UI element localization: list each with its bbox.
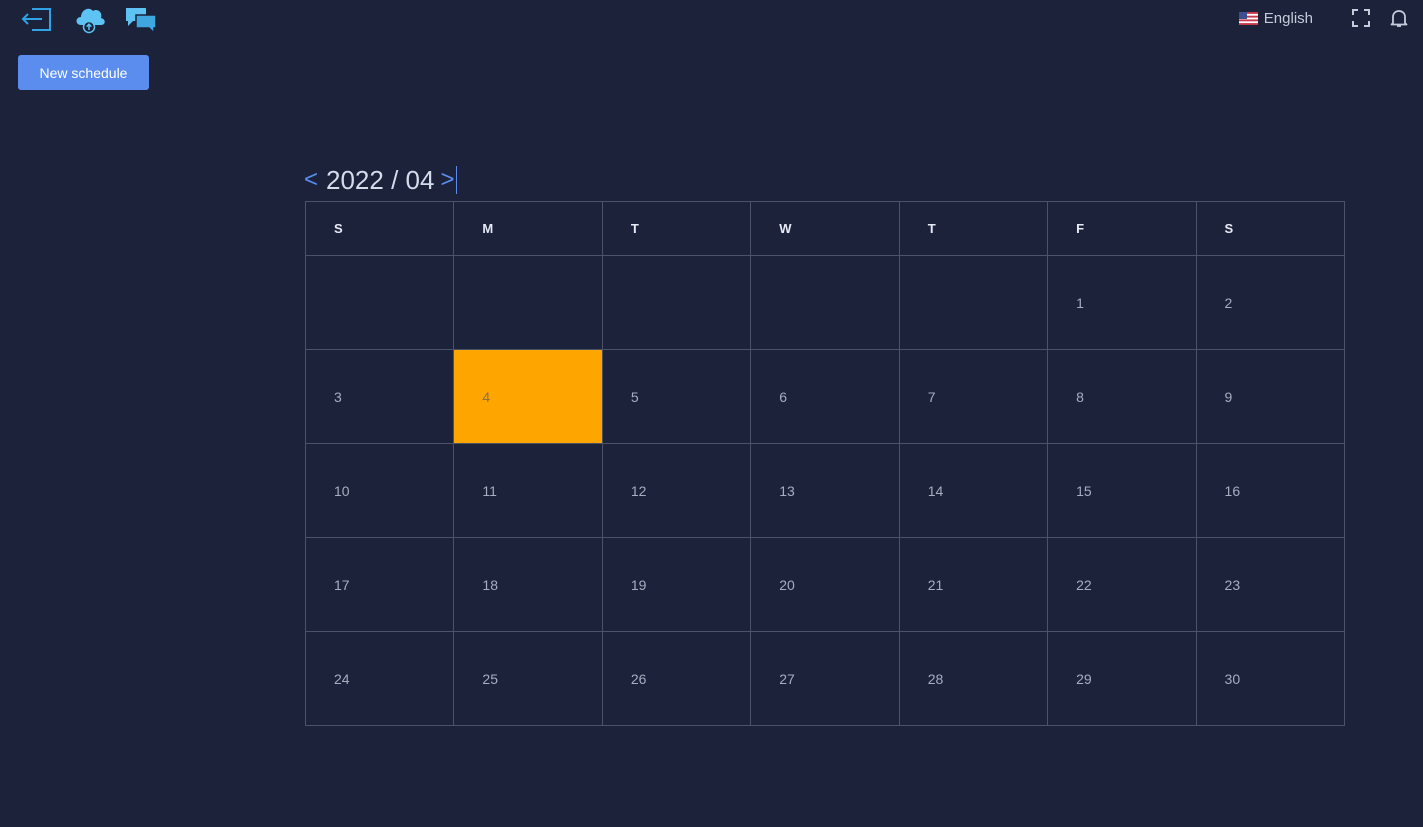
calendar-day[interactable] — [750, 255, 900, 350]
weekday-monday: M — [453, 201, 603, 256]
calendar-day[interactable] — [898, 255, 1049, 350]
calendar-week: 10 11 12 13 14 15 16 — [304, 443, 1346, 538]
calendar-week: 1 2 — [304, 255, 1346, 350]
top-bar: English — [0, 0, 1423, 40]
calendar-day[interactable]: 9 — [1195, 349, 1346, 444]
calendar-day[interactable] — [453, 255, 603, 350]
calendar-day[interactable]: 19 — [601, 537, 752, 632]
us-flag-icon — [1238, 11, 1258, 25]
calendar-day[interactable]: 22 — [1047, 537, 1197, 632]
new-schedule-button[interactable]: New schedule — [18, 55, 149, 90]
calendar-day[interactable] — [601, 255, 752, 350]
weekday-wednesday: W — [750, 201, 900, 256]
logout-icon[interactable] — [20, 4, 54, 34]
calendar-day[interactable]: 30 — [1195, 631, 1346, 726]
calendar-day[interactable]: 28 — [898, 631, 1049, 726]
calendar-day[interactable]: 6 — [750, 349, 900, 444]
calendar-day[interactable]: 1 — [1047, 255, 1197, 350]
calendar-day[interactable]: 13 — [750, 443, 900, 538]
calendar-day[interactable]: 2 — [1195, 255, 1346, 350]
calendar-day[interactable]: 10 — [304, 443, 455, 538]
calendar-day[interactable]: 27 — [750, 631, 900, 726]
calendar-day[interactable]: 20 — [750, 537, 900, 632]
calendar-day[interactable]: 25 — [453, 631, 603, 726]
weekday-tuesday: T — [601, 201, 752, 256]
weekday-header-row: S M T W T F S — [304, 201, 1346, 256]
cloud-upload-icon[interactable] — [73, 4, 107, 34]
calendar-day-today[interactable]: 4 — [453, 349, 603, 444]
calendar-day[interactable]: 29 — [1047, 631, 1197, 726]
month-label: 2022 / 04 — [326, 165, 435, 195]
prev-month-button[interactable]: < — [304, 168, 318, 192]
calendar-day[interactable]: 5 — [601, 349, 752, 444]
calendar-day[interactable]: 21 — [898, 537, 1049, 632]
calendar-day[interactable]: 14 — [898, 443, 1049, 538]
calendar-day[interactable]: 7 — [898, 349, 1049, 444]
chat-icon[interactable] — [124, 4, 158, 34]
calendar-day[interactable]: 3 — [304, 349, 455, 444]
calendar-day[interactable]: 11 — [453, 443, 603, 538]
calendar-week: 3 4 5 6 7 8 9 — [304, 349, 1346, 444]
text-caret — [456, 166, 458, 194]
calendar-grid: S M T W T F S 1 2 3 4 5 6 7 8 9 10 11 12… — [304, 201, 1346, 726]
calendar-week: 24 25 26 27 28 29 30 — [304, 631, 1346, 726]
calendar-day[interactable]: 17 — [304, 537, 455, 632]
weekday-thursday: T — [898, 201, 1049, 256]
next-month-button[interactable]: > — [440, 168, 454, 192]
calendar-day[interactable]: 8 — [1047, 349, 1197, 444]
calendar-week: 17 18 19 20 21 22 23 — [304, 537, 1346, 632]
weekday-saturday: S — [1195, 201, 1346, 256]
calendar-day[interactable]: 26 — [601, 631, 752, 726]
language-selector[interactable]: English — [1238, 9, 1313, 27]
calendar-header: < 2022 / 04 > — [304, 163, 458, 197]
calendar-day[interactable]: 16 — [1195, 443, 1346, 538]
weekday-sunday: S — [304, 201, 455, 256]
calendar-day[interactable] — [304, 255, 455, 350]
weekday-friday: F — [1047, 201, 1197, 256]
calendar-day[interactable]: 15 — [1047, 443, 1197, 538]
calendar-day[interactable]: 18 — [453, 537, 603, 632]
fullscreen-icon[interactable] — [1351, 8, 1371, 28]
calendar-day[interactable]: 24 — [304, 631, 455, 726]
language-label: English — [1263, 9, 1313, 27]
calendar-day[interactable]: 12 — [601, 443, 752, 538]
calendar-day[interactable]: 23 — [1195, 537, 1346, 632]
bell-icon[interactable] — [1389, 8, 1409, 28]
